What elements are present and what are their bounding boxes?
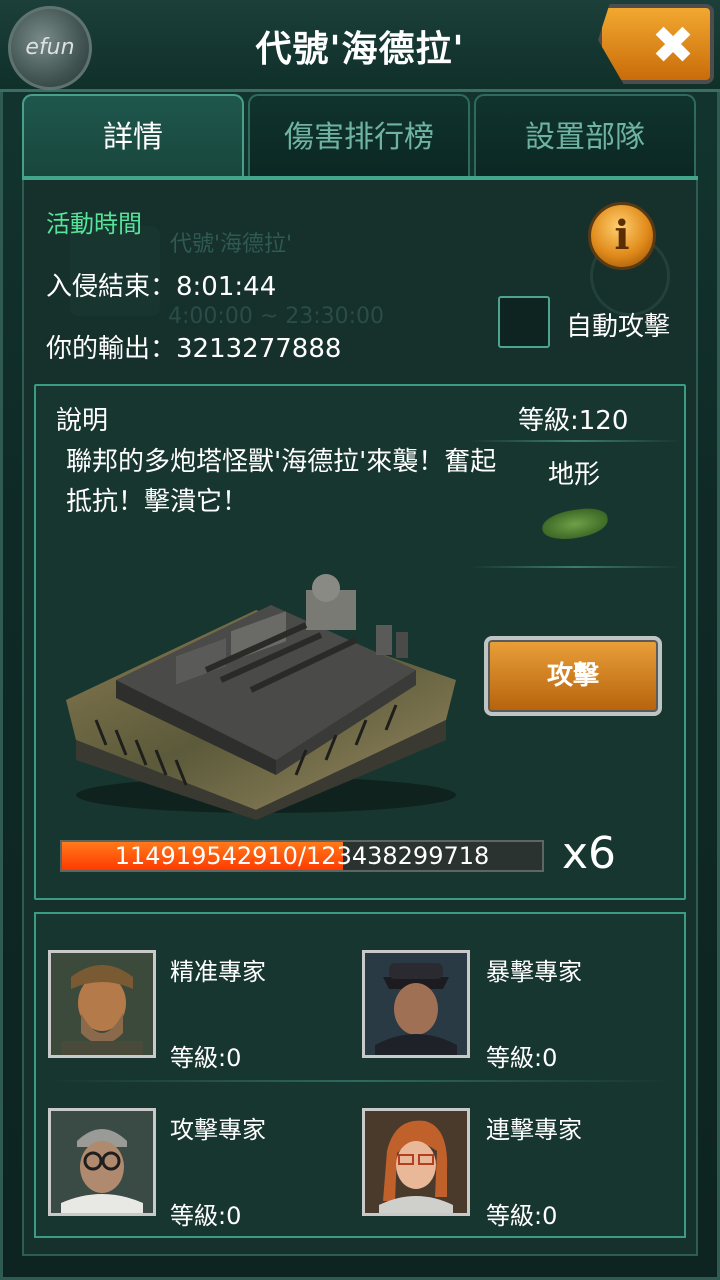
close-button[interactable]: ✖ — [598, 4, 714, 84]
expert-level-critical: 等級:0 — [486, 1044, 558, 1072]
terrain-label: 地形 — [548, 460, 601, 490]
event-time-label: 活動時間 — [46, 210, 142, 238]
attack-button[interactable]: 攻擊 — [484, 636, 662, 716]
tab-damage-ranking[interactable]: 傷害排行榜 — [248, 94, 470, 178]
expert-portrait-attack[interactable] — [48, 1108, 156, 1216]
ghost-event-title: 代號'海德拉' — [170, 232, 293, 257]
info-button[interactable]: i — [588, 202, 656, 270]
expert-level-attack: 等級:0 — [170, 1202, 242, 1230]
expert-portrait-combo[interactable] — [362, 1108, 470, 1216]
auto-attack-label: 自動攻擊 — [566, 312, 671, 342]
boss-hp-text: 114919542910/123438299718 — [114, 842, 490, 870]
description-text: 聯邦的多炮塔怪獸'海德拉'來襲！奮起抵抗！擊潰它！ — [66, 447, 497, 517]
expert-portrait-precision[interactable] — [48, 950, 156, 1058]
hydra-tank-image — [66, 574, 456, 820]
tab-details[interactable]: 詳情 — [22, 94, 244, 178]
your-output-text: 你的輸出：3213277888 — [46, 334, 342, 364]
expert-name-attack: 攻擊專家 — [170, 1116, 266, 1144]
expert-portrait-critical[interactable] — [362, 950, 470, 1058]
description-title: 說明 — [56, 406, 109, 436]
auto-attack-checkbox[interactable] — [498, 296, 550, 348]
info-icon: i — [614, 212, 630, 259]
invasion-end-text: 入侵結束：8:01:44 — [46, 272, 277, 302]
expert-name-critical: 暴擊專家 — [486, 958, 582, 986]
boss-level: 等級:120 — [518, 406, 629, 436]
boss-hp-bar: 114919542910/123438299718 — [60, 840, 544, 872]
hp-multiplier: x6 — [562, 828, 617, 879]
tab-bar: 詳情 傷害排行榜 設置部隊 — [22, 94, 698, 178]
expert-level-combo: 等級:0 — [486, 1202, 558, 1230]
tab-set-troops[interactable]: 設置部隊 — [474, 94, 696, 178]
terrain-divider — [470, 566, 680, 568]
header-bar: efun 代號'海德拉' ✖ — [0, 0, 720, 92]
expert-name-precision: 精准專家 — [170, 958, 266, 986]
ghost-event-time: 4:00:00 ~ 23:30:00 — [168, 304, 385, 329]
experts-divider — [50, 1080, 670, 1082]
expert-level-precision: 等級:0 — [170, 1044, 242, 1072]
expert-name-combo: 連擊專家 — [486, 1116, 582, 1144]
close-icon: ✖ — [651, 16, 695, 76]
level-divider — [470, 440, 680, 442]
